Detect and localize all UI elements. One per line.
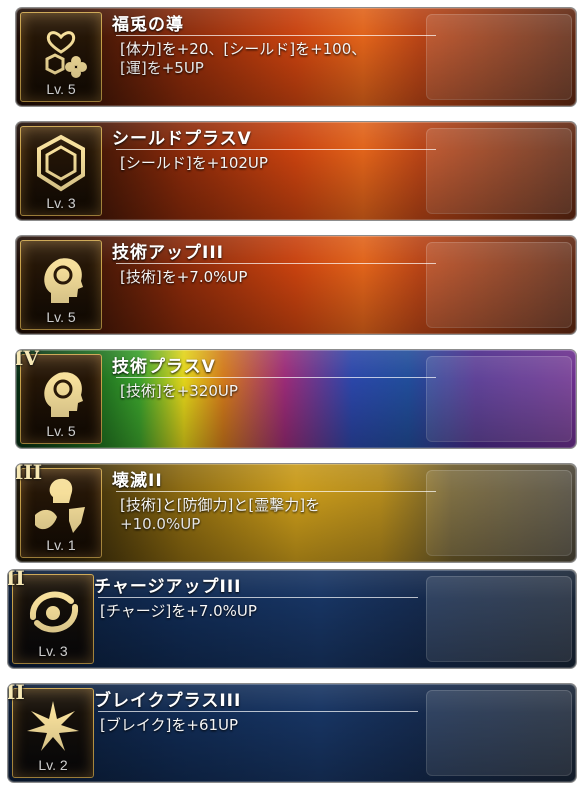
skill-card[interactable]: Lv. 5 技術アップIII [技術]を+7.0%UP [16, 236, 576, 334]
skill-description: [技術]を+320UP [120, 382, 238, 400]
skill-slot-empty [426, 14, 572, 100]
skill-icon-frame: Lv. 5 [20, 12, 102, 102]
rank-badge: II [8, 684, 25, 704]
shield-hexagon-icon [37, 134, 85, 192]
skill-title: 技術アップIII [112, 243, 224, 263]
skill-slot-empty [426, 690, 572, 776]
skill-icon-frame: Lv. 5 [20, 240, 102, 330]
divider [116, 263, 436, 264]
head-gear-icon [44, 258, 83, 303]
skill-description: [技術]を+7.0%UP [120, 268, 248, 286]
skill-title: チャージアップIII [94, 577, 242, 597]
rabbit-heart-clover-icon [45, 31, 87, 78]
skill-level: Lv. 5 [46, 81, 76, 97]
skill-card[interactable]: Lv. 3 シールドプラスV [シールド]を+102UP [16, 122, 576, 220]
rank-badge: II [8, 570, 25, 590]
skill-title: 壊滅II [112, 471, 163, 491]
skill-slot-empty [426, 128, 572, 214]
divider [116, 149, 436, 150]
skill-description: [体力]を+20、[シールド]を+100、 [運]を+5UP [120, 40, 367, 77]
skill-level: Lv. 3 [46, 195, 76, 211]
divider [116, 491, 436, 492]
skill-description: [ブレイク]を+61UP [100, 716, 239, 734]
rank-badge: IV [16, 350, 39, 370]
skill-title: シールドプラスV [112, 129, 252, 149]
skill-description: [チャージ]を+7.0%UP [100, 602, 257, 620]
skill-slot-empty [426, 242, 572, 328]
skill-icon-frame: Lv. 3 [20, 126, 102, 216]
skill-card[interactable]: Lv. 5 福兎の導 [体力]を+20、[シールド]を+100、 [運]を+5U… [16, 8, 576, 106]
skill-level: Lv. 5 [46, 309, 76, 325]
skill-card[interactable]: Lv. 3 II チャージアップIII [チャージ]を+7.0%UP [8, 570, 576, 668]
skill-title: 福兎の導 [112, 15, 184, 35]
skill-slot-empty [426, 356, 572, 442]
rank-badge: III [16, 464, 43, 484]
divider [98, 597, 418, 598]
skill-level: Lv. 2 [38, 757, 68, 773]
skill-level: Lv. 3 [38, 643, 68, 659]
swirl-charge-icon [29, 591, 79, 633]
skill-level: Lv. 1 [46, 537, 76, 553]
skill-card[interactable]: Lv. 1 III 壊滅II [技術]と[防御力]と[霊撃力]を +10.0%U… [16, 464, 576, 562]
divider [116, 377, 436, 378]
skill-title: 技術プラスV [112, 357, 216, 377]
skill-description: [シールド]を+102UP [120, 154, 268, 172]
skill-description: [技術]と[防御力]と[霊撃力]を +10.0%UP [120, 496, 321, 533]
burst-star-icon [27, 701, 79, 751]
skill-slot-empty [426, 576, 572, 662]
skill-level: Lv. 5 [46, 423, 76, 439]
skill-title: ブレイクプラスIII [94, 691, 242, 711]
skill-card[interactable]: Lv. 5 IV 技術プラスV [技術]を+320UP [16, 350, 576, 448]
divider [116, 35, 436, 36]
divider [98, 711, 418, 712]
skill-card[interactable]: Lv. 2 II ブレイクプラスIII [ブレイク]を+61UP [8, 684, 576, 782]
skill-slot-empty [426, 470, 572, 556]
